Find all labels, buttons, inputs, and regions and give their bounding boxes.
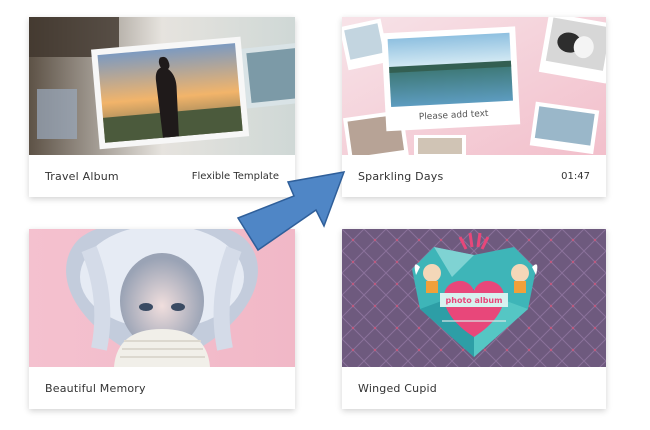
template-card-sparkling-days[interactable]: Please add text Sparkling Days 01:47 <box>342 17 606 197</box>
template-card-winged-cupid[interactable]: photo album Winged Cupid <box>342 229 606 409</box>
template-card-beautiful-memory[interactable]: Beautiful Memory <box>29 229 295 409</box>
card-title: Travel Album <box>45 169 119 183</box>
travel-album-thumbnail <box>29 17 295 155</box>
sparkling-days-thumbnail: Please add text <box>342 17 606 155</box>
thumbnail-text: photo album <box>446 296 503 305</box>
card-caption: Winged Cupid <box>342 367 606 409</box>
card-caption: Beautiful Memory <box>29 367 295 409</box>
card-title: Sparkling Days <box>358 169 444 183</box>
card-caption: Sparkling Days 01:47 <box>342 155 606 197</box>
winged-cupid-thumbnail: photo album <box>342 229 606 367</box>
card-duration: 01:47 <box>561 170 590 182</box>
card-title: Beautiful Memory <box>45 381 146 395</box>
arrow-icon <box>236 171 346 252</box>
card-title: Winged Cupid <box>358 381 437 395</box>
